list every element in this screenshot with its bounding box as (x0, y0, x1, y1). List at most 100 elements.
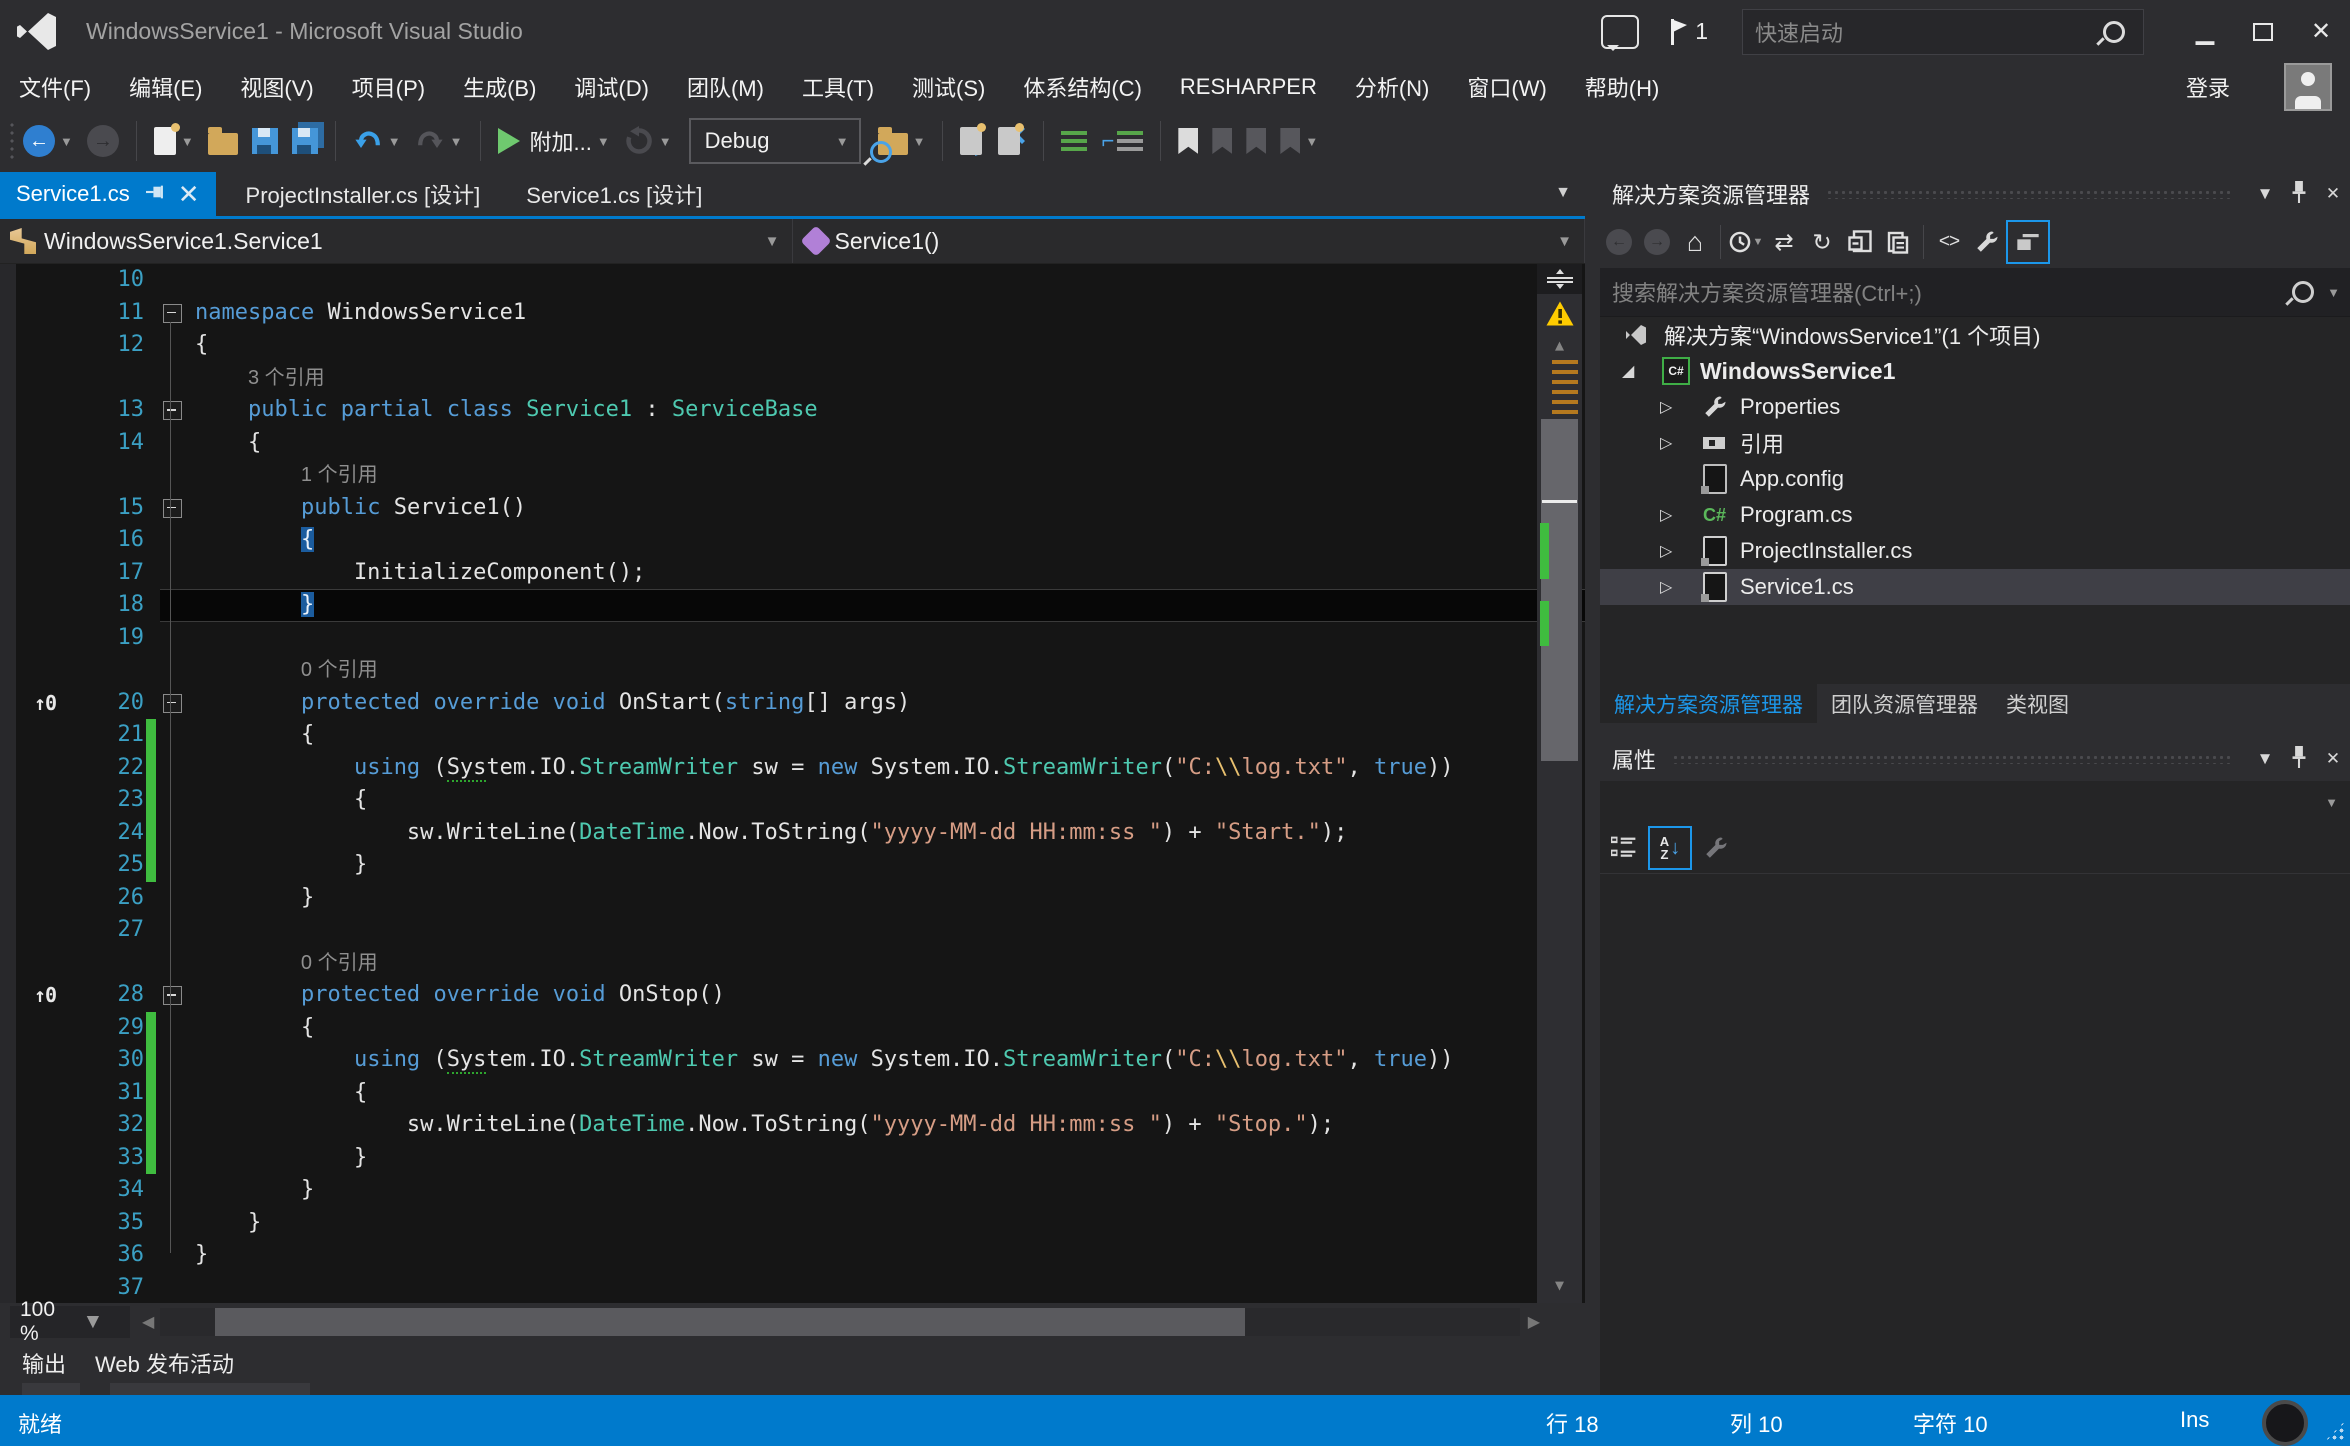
tree-item--windowsservice1-1-[interactable]: 解决方案“WindowsService1”(1 个项目) (1600, 317, 2350, 353)
view-code-button[interactable]: <> (1930, 223, 1968, 261)
code-line[interactable]: 29 { (0, 1012, 1585, 1045)
notifications-flag[interactable]: 1 (1669, 18, 1708, 45)
menu-item[interactable]: 项目(P) (333, 63, 444, 110)
code-line[interactable]: 25 } (0, 849, 1585, 882)
codelens-references-link[interactable]: 3 个引用 (248, 362, 325, 395)
collapsed-arrow-icon[interactable]: ▷ (1660, 397, 1672, 417)
override-gutter-icon[interactable]: ↑0 (34, 979, 56, 1012)
restart-button[interactable]: ▼ (617, 115, 679, 167)
uncomment-lines-button[interactable]: ⌐ (1094, 115, 1150, 167)
maximize-button[interactable] (2234, 10, 2292, 54)
expanded-arrow-icon[interactable]: ◢ (1622, 361, 1634, 381)
new-file-button[interactable]: ▼ (147, 115, 201, 167)
editor-splitter-handle[interactable] (1537, 264, 1582, 294)
save-all-button[interactable] (285, 115, 325, 167)
document-tab[interactable]: Service1.cs✕ (0, 172, 216, 216)
menu-item[interactable]: 分析(N) (1336, 63, 1449, 110)
quick-launch-box[interactable]: 快速启动 (1742, 9, 2144, 55)
close-icon[interactable]: ✕ (2316, 184, 2350, 204)
preview-selected-items-toggle[interactable] (2006, 220, 2050, 264)
codelens-references-link[interactable]: 0 个引用 (301, 654, 378, 687)
tree-item-windowsservice1[interactable]: ◢C#WindowsService1 (1600, 353, 2350, 389)
code-line[interactable]: 18 } (0, 589, 1585, 622)
code-line[interactable]: 11namespace WindowsService1 (0, 297, 1585, 330)
tree-item-service1-cs[interactable]: ▷Service1.cs (1600, 569, 2350, 605)
refresh-button[interactable]: ↻ (1803, 223, 1841, 261)
collapsed-arrow-icon[interactable]: ▷ (1660, 577, 1672, 597)
code-line[interactable]: 21 { (0, 719, 1585, 752)
next-bookmark-button[interactable] (1239, 115, 1273, 167)
codelens-references-link[interactable]: 1 个引用 (301, 459, 378, 492)
code-line[interactable]: 27 (0, 914, 1585, 947)
back-button[interactable]: ← (1600, 223, 1638, 261)
codelens-references-link[interactable]: 0 个引用 (301, 947, 378, 980)
scroll-down-icon[interactable]: ▼ (1537, 1276, 1582, 1294)
type-dropdown[interactable]: WindowsService1.Service1 ▼ (0, 219, 793, 263)
open-file-button[interactable] (201, 115, 245, 167)
menu-item[interactable]: 测试(S) (893, 63, 1004, 110)
code-line[interactable]: 33 } (0, 1142, 1585, 1175)
pending-changes-filter-button[interactable]: ▼ (1727, 223, 1765, 261)
codelens-row[interactable]: 3 个引用 (0, 362, 1585, 395)
codelens-row[interactable]: 1 个引用 (0, 459, 1585, 492)
code-line[interactable]: 23 { (0, 784, 1585, 817)
code-line[interactable]: 31 { (0, 1077, 1585, 1110)
alphabetical-sort-button[interactable]: AZ↓ (1648, 826, 1692, 870)
vertical-scrollbar[interactable]: ▲ ▼ (1537, 264, 1582, 1303)
collapse-region-box[interactable] (163, 499, 182, 518)
select-container-button[interactable] (953, 115, 991, 167)
menu-item[interactable]: 视图(V) (221, 63, 332, 110)
navigate-forward-button[interactable]: → (80, 115, 126, 167)
property-pages-button[interactable] (1696, 828, 1736, 868)
menu-item[interactable]: 体系结构(C) (1004, 63, 1161, 110)
code-line[interactable]: 22 using (System.IO.StreamWriter sw = ne… (0, 752, 1585, 785)
tree-item-properties[interactable]: ▷Properties (1600, 389, 2350, 425)
comment-lines-button[interactable] (1054, 115, 1094, 167)
properties-button[interactable] (1968, 223, 2006, 261)
find-in-files-button[interactable]: ▼ (871, 115, 933, 167)
collapse-region-box[interactable] (163, 401, 182, 420)
scrollbar-thumb[interactable] (215, 1308, 1245, 1336)
code-line[interactable]: 17 InitializeComponent(); (0, 557, 1585, 590)
document-tab[interactable]: Service1.cs [设计] (510, 172, 718, 216)
menu-item[interactable]: 帮助(H) (1566, 63, 1679, 110)
horizontal-scrollbar[interactable] (160, 1308, 1520, 1336)
collapse-region-box[interactable] (163, 986, 182, 1005)
menu-item[interactable]: 工具(T) (783, 63, 893, 110)
panel-grip[interactable] (1672, 754, 2232, 764)
collapse-all-button[interactable] (1841, 223, 1879, 261)
code-line[interactable]: 34 } (0, 1174, 1585, 1207)
tree-item-app-config[interactable]: App.config (1600, 461, 2350, 497)
menu-item[interactable]: 编辑(E) (110, 63, 221, 110)
close-icon[interactable]: ✕ (2316, 749, 2350, 769)
warning-icon[interactable] (1545, 300, 1575, 327)
solution-explorer-search[interactable]: 搜索解决方案资源管理器(Ctrl+;) ▼ (1600, 268, 2350, 317)
tool-tab-类视图[interactable]: 类视图 (1992, 684, 2083, 723)
code-line[interactable]: 35 } (0, 1207, 1585, 1240)
tree-item-projectinstaller-cs[interactable]: ▷ProjectInstaller.cs (1600, 533, 2350, 569)
forward-button[interactable]: → (1638, 223, 1676, 261)
code-line[interactable]: 26 } (0, 882, 1585, 915)
code-line[interactable]: 13 public partial class Service1 : Servi… (0, 394, 1585, 427)
collapse-region-box[interactable] (163, 694, 182, 713)
collapse-region-box[interactable] (163, 304, 182, 323)
pin-icon[interactable] (2282, 746, 2316, 773)
menu-item[interactable]: 生成(B) (444, 63, 555, 110)
codelens-row[interactable]: 0 个引用 (0, 947, 1585, 980)
code-editor[interactable]: 1011namespace WindowsService112{3 个引用13 … (0, 264, 1585, 1303)
menu-item[interactable]: 团队(M) (668, 63, 783, 110)
menu-item[interactable]: 调试(D) (555, 63, 668, 110)
tab-list-dropdown-icon[interactable]: ▼ (1555, 184, 1571, 202)
menu-item[interactable]: RESHARPER (1161, 63, 1336, 110)
toolbar-grip[interactable] (8, 121, 16, 161)
home-icon[interactable]: ⌂ (1676, 223, 1714, 261)
window-position-dropdown-icon[interactable]: ▼ (2248, 749, 2282, 769)
tool-tab-解决方案资源管理器[interactable]: 解决方案资源管理器 (1600, 684, 1817, 723)
previous-bookmark-button[interactable] (1205, 115, 1239, 167)
code-line[interactable]: 15 public Service1() (0, 492, 1585, 525)
code-line[interactable]: ↑028 protected override void OnStop() (0, 979, 1585, 1012)
resharper-status-icon[interactable] (2262, 1400, 2308, 1446)
resize-grip[interactable] (2324, 1420, 2346, 1442)
document-tab[interactable]: ProjectInstaller.cs [设计] (230, 172, 497, 216)
tab-web-publish-activity[interactable]: Web 发布活动 (95, 1347, 234, 1379)
